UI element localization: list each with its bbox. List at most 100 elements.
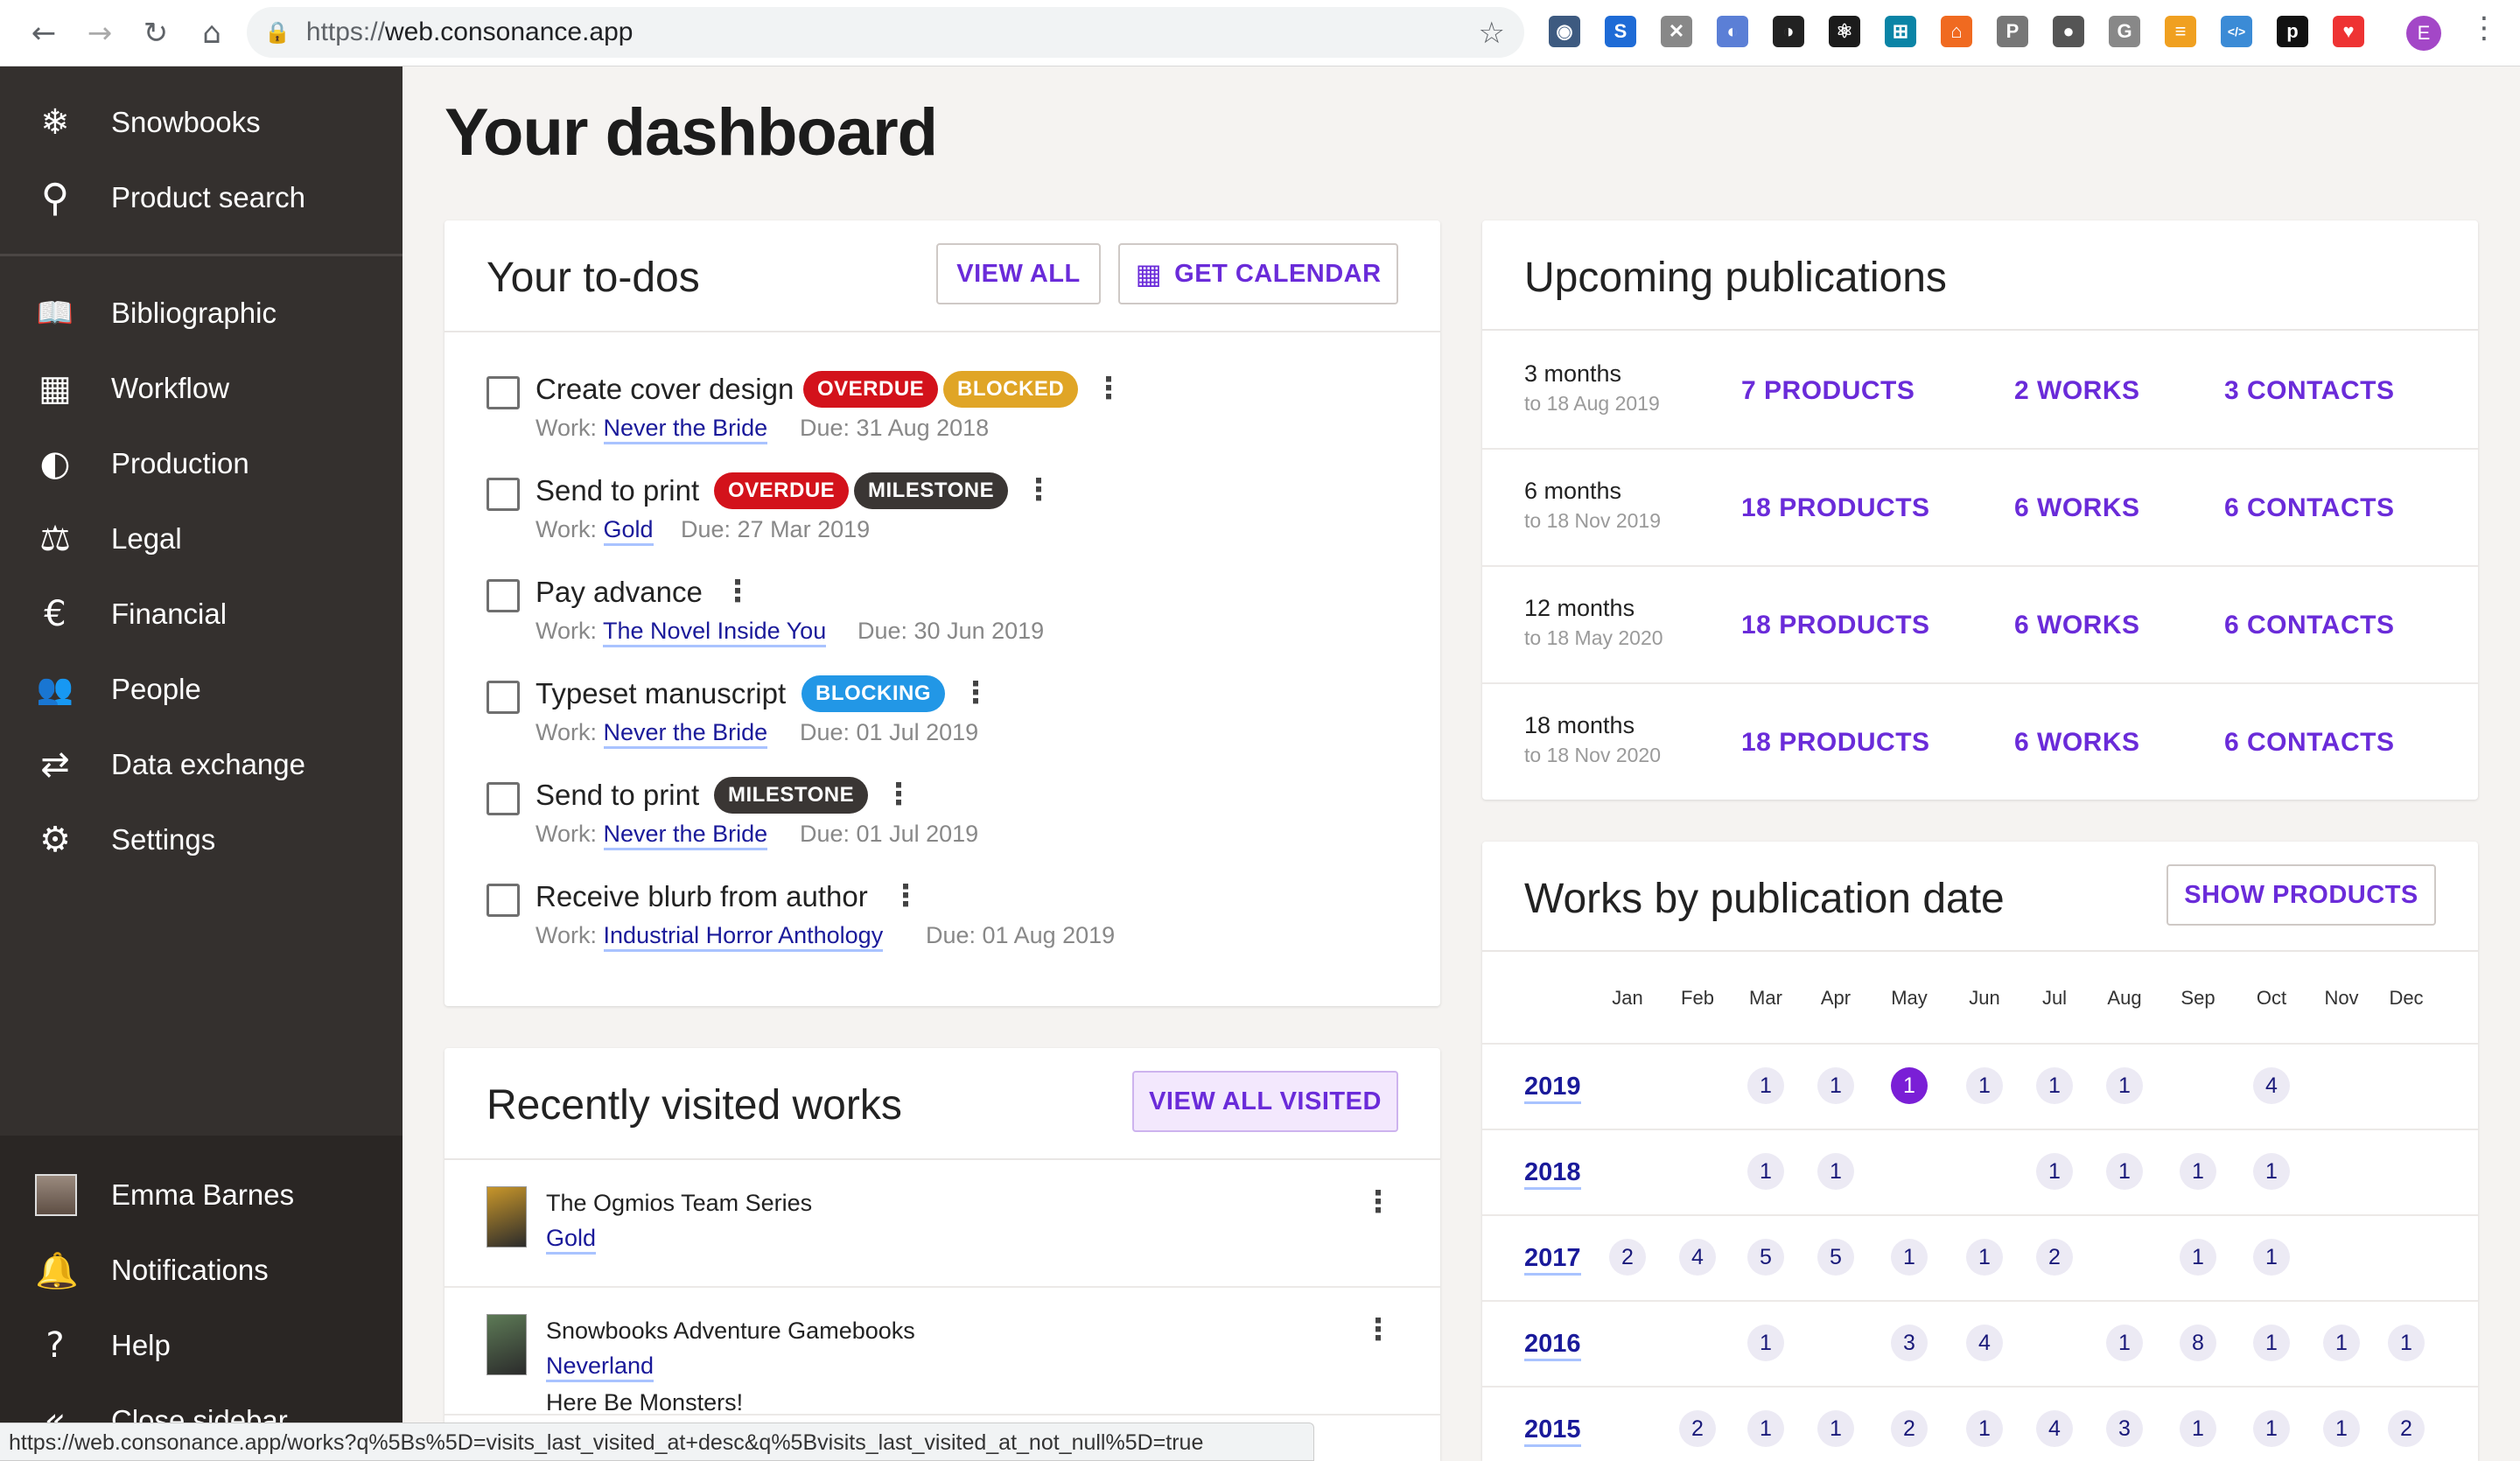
work-link[interactable]: Industrial Horror Anthology: [603, 922, 884, 952]
contacts-link[interactable]: 6 CONTACTS: [2224, 728, 2394, 758]
x-ext-icon[interactable]: ✕: [1661, 16, 1692, 47]
home-icon[interactable]: ⌂: [184, 16, 240, 51]
work-link[interactable]: Neverland: [546, 1353, 654, 1382]
code-ext-icon[interactable]: </>: [2221, 16, 2252, 47]
month-count[interactable]: 4: [1966, 1325, 2003, 1361]
month-count[interactable]: 1: [2106, 1067, 2143, 1104]
month-count[interactable]: 1: [2253, 1410, 2290, 1447]
work-link[interactable]: The Novel Inside You: [603, 618, 827, 647]
works-link[interactable]: 6 WORKS: [2014, 611, 2140, 640]
month-count[interactable]: 1: [2388, 1325, 2425, 1361]
todo-menu-icon[interactable]: ⋮: [961, 675, 990, 710]
month-count[interactable]: 4: [2036, 1410, 2073, 1447]
orange-lock-ext-icon[interactable]: ⌂: [1941, 16, 1972, 47]
stack-ext-icon[interactable]: ≡: [2165, 16, 2196, 47]
works-link[interactable]: 6 WORKS: [2014, 493, 2140, 523]
month-count[interactable]: 1: [1747, 1153, 1784, 1190]
contacts-link[interactable]: 6 CONTACTS: [2224, 493, 2394, 523]
products-link[interactable]: 18 PRODUCTS: [1741, 611, 1930, 640]
recent-work-item[interactable]: Snowbooks Adventure Gamebooks Neverland He…: [444, 1288, 1440, 1416]
sidebar-item-financial[interactable]: € Financial: [0, 579, 402, 649]
recent-work-item[interactable]: The Ogmios Team Series Gold ⋮: [444, 1160, 1440, 1288]
month-count[interactable]: 1: [1817, 1067, 1854, 1104]
month-count[interactable]: 1: [2253, 1239, 2290, 1276]
recent-item-menu-icon[interactable]: ⋮: [1363, 1185, 1393, 1220]
month-count[interactable]: 2: [1679, 1410, 1716, 1447]
cyan-ext-icon[interactable]: ⊞: [1885, 16, 1916, 47]
show-products-button[interactable]: SHOW PRODUCTS: [2166, 864, 2436, 926]
sidebar-item-bibliographic[interactable]: 📖 Bibliographic: [0, 278, 402, 348]
year-link[interactable]: 2015: [1524, 1416, 1581, 1447]
work-link[interactable]: Never the Bride: [603, 821, 768, 850]
year-link[interactable]: 2018: [1524, 1158, 1581, 1190]
todo-menu-icon[interactable]: ⋮: [723, 574, 752, 609]
month-count[interactable]: 1: [2253, 1325, 2290, 1361]
month-count[interactable]: 2: [1609, 1239, 1646, 1276]
products-link[interactable]: 18 PRODUCTS: [1741, 728, 1930, 758]
month-count[interactable]: 1: [2323, 1410, 2360, 1447]
month-count[interactable]: 1: [2106, 1153, 2143, 1190]
sidebar-item-snowbooks[interactable]: ❄ Snowbooks: [0, 87, 402, 157]
recent-item-menu-icon[interactable]: ⋮: [1363, 1312, 1393, 1347]
month-count[interactable]: 1: [2036, 1067, 2073, 1104]
todo-checkbox[interactable]: [486, 579, 520, 612]
contacts-link[interactable]: 6 CONTACTS: [2224, 611, 2394, 640]
todo-menu-icon[interactable]: ⋮: [1094, 371, 1124, 406]
month-count[interactable]: 3: [2106, 1410, 2143, 1447]
month-count[interactable]: 1: [1747, 1067, 1784, 1104]
month-count[interactable]: 1: [2323, 1325, 2360, 1361]
sidebar-item-people[interactable]: 👥 People: [0, 654, 402, 724]
todo-menu-icon[interactable]: ⋮: [884, 777, 914, 812]
sidebar-item-production[interactable]: ◐ Production: [0, 429, 402, 499]
month-count[interactable]: 1: [2106, 1325, 2143, 1361]
bookmark-star-icon[interactable]: ☆: [1479, 16, 1505, 51]
back-icon[interactable]: ←: [16, 16, 72, 51]
month-count[interactable]: 1: [1966, 1410, 2003, 1447]
month-count[interactable]: 2: [1891, 1410, 1928, 1447]
work-link[interactable]: Never the Bride: [603, 415, 768, 444]
sidebar-item-legal[interactable]: ⚖ Legal: [0, 504, 402, 574]
products-link[interactable]: 18 PRODUCTS: [1741, 493, 1930, 523]
works-link[interactable]: 6 WORKS: [2014, 728, 2140, 758]
todo-checkbox[interactable]: [486, 376, 520, 409]
month-count[interactable]: 1: [1966, 1067, 2003, 1104]
blue-circle-ext-icon[interactable]: ◐: [1717, 16, 1748, 47]
todo-checkbox[interactable]: [486, 478, 520, 511]
view-all-todos-button[interactable]: VIEW ALL: [936, 243, 1101, 304]
reload-icon[interactable]: ↻: [128, 16, 184, 51]
month-count[interactable]: 2: [2388, 1410, 2425, 1447]
todo-checkbox[interactable]: [486, 782, 520, 815]
address-bar[interactable]: 🔒 https://web.consonance.app ☆: [247, 7, 1524, 58]
month-count[interactable]: 1: [2253, 1153, 2290, 1190]
year-link[interactable]: 2017: [1524, 1244, 1581, 1276]
todo-menu-icon[interactable]: ⋮: [1024, 472, 1054, 507]
sidebar-item-help[interactable]: ? Help: [0, 1311, 402, 1381]
work-link[interactable]: Gold: [546, 1225, 597, 1255]
sidebar-item-data-exchange[interactable]: ⇄ Data exchange: [0, 730, 402, 800]
month-count[interactable]: 3: [1891, 1325, 1928, 1361]
todo-menu-icon[interactable]: ⋮: [891, 878, 920, 913]
month-count[interactable]: 5: [1747, 1239, 1784, 1276]
month-count[interactable]: 1: [2180, 1239, 2216, 1276]
sidebar-item-product-search[interactable]: ⚲ Product search: [0, 163, 402, 233]
round-ext-icon[interactable]: ●: [2053, 16, 2084, 47]
forward-icon[interactable]: →: [72, 16, 128, 51]
month-count[interactable]: 1: [2180, 1410, 2216, 1447]
sidebar-item-workflow[interactable]: ▦ Workflow: [0, 353, 402, 423]
shield-ext-icon[interactable]: ♥: [2333, 16, 2364, 47]
year-link[interactable]: 2016: [1524, 1330, 1581, 1361]
sidebar-item-user[interactable]: Emma Barnes: [0, 1160, 402, 1230]
month-count[interactable]: 4: [2253, 1067, 2290, 1104]
lastpass-ext-icon[interactable]: ◉: [1549, 16, 1580, 47]
view-all-visited-button[interactable]: VIEW ALL VISITED: [1132, 1071, 1398, 1132]
work-link[interactable]: Gold: [603, 516, 654, 546]
month-count[interactable]: 2: [2036, 1239, 2073, 1276]
pocket-p-ext-icon[interactable]: p: [2277, 16, 2308, 47]
get-calendar-button[interactable]: ▦ GET CALENDAR: [1118, 243, 1398, 304]
todo-checkbox[interactable]: [486, 884, 520, 917]
contacts-link[interactable]: 3 CONTACTS: [2224, 376, 2394, 406]
s-ext-icon[interactable]: S: [1605, 16, 1636, 47]
browser-menu-icon[interactable]: ⋮: [2469, 10, 2499, 45]
month-count[interactable]: 1: [1747, 1325, 1784, 1361]
month-count[interactable]: 1: [1747, 1410, 1784, 1447]
